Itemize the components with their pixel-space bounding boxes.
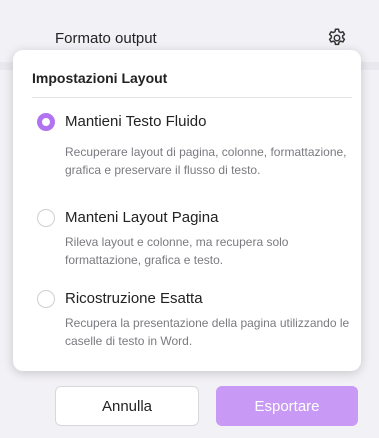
radio-flowing-text[interactable]: [37, 113, 55, 131]
cancel-button[interactable]: Annulla: [55, 386, 199, 426]
popup-divider: [32, 97, 352, 98]
output-format-label: Formato output: [55, 30, 157, 47]
option-title: Ricostruzione Esatta: [65, 290, 203, 307]
popup-title: Impostazioni Layout: [32, 70, 168, 86]
export-settings-screen: Formato output Impostazioni Layout Manti…: [0, 0, 379, 438]
radio-page-layout[interactable]: [37, 209, 55, 227]
layout-settings-button[interactable]: [322, 23, 352, 53]
option-title: Manteni Layout Pagina: [65, 209, 219, 226]
option-description: Recupera la presentazione della pagina u…: [65, 316, 350, 348]
radio-exact-reconstruction[interactable]: [37, 290, 55, 308]
export-button[interactable]: Esportare: [216, 386, 358, 426]
option-description: Recuperare layout di pagina, colonne, fo…: [65, 145, 347, 177]
gear-icon: [328, 28, 346, 46]
option-title: Mantieni Testo Fluido: [65, 113, 207, 130]
option-description: Rileva layout e colonne, ma recupera sol…: [65, 235, 289, 267]
layout-settings-popup: Impostazioni Layout Mantieni Testo Fluid…: [13, 50, 361, 371]
